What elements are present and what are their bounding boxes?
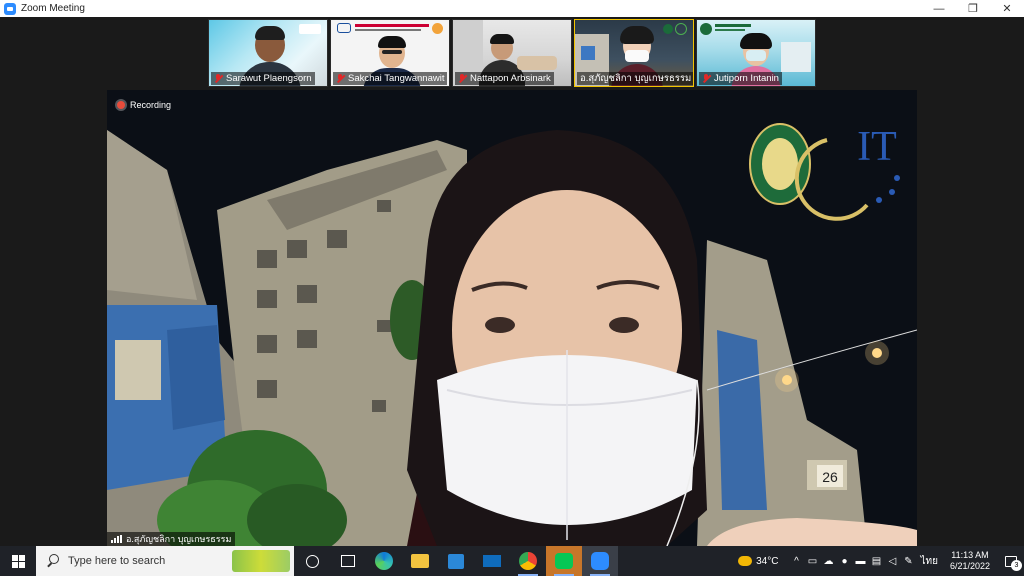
- recording-indicator[interactable]: Recording: [117, 100, 171, 110]
- participant-thumb[interactable]: Sarawut Plaengsorn: [208, 19, 328, 87]
- participant-name: Nattapon Arbsinark: [455, 72, 554, 85]
- mic-muted-icon: [336, 74, 344, 83]
- building-number: 26: [822, 469, 838, 485]
- task-view-button[interactable]: [330, 546, 366, 576]
- clock-date: 6/21/2022: [949, 561, 990, 571]
- signal-strength-icon: [111, 535, 122, 543]
- start-button[interactable]: [0, 546, 36, 576]
- chrome-icon: [519, 552, 537, 570]
- taskbar-search[interactable]: Type here to search: [36, 546, 294, 576]
- participant-name: Sarawut Plaengsorn: [211, 72, 315, 85]
- meeting-area: Sarawut Plaengsorn Sakchai Tangwannawit …: [0, 17, 1024, 546]
- edge-icon: [375, 552, 393, 570]
- input-language[interactable]: ไทย: [920, 554, 937, 569]
- speaker-name-label: อ.สุภัญชลิกา บุญเกษรธรรม: [107, 532, 236, 546]
- store-icon: [448, 553, 464, 569]
- windows-taskbar: Type here to search 34°C ^ ▭ ☁ ● ▬ ▤ ◁ ✎…: [0, 546, 1024, 576]
- participant-name: Sakchai Tangwannawit: [333, 72, 448, 85]
- windows-logo-icon: [11, 554, 25, 568]
- zoom-button[interactable]: [582, 546, 618, 576]
- line-icon: [555, 553, 573, 569]
- window-titlebar: Zoom Meeting — ❐ ✕: [0, 0, 1024, 17]
- participant-name: อ.สุภัญชลิกา บุญเกษรธรรม: [577, 72, 693, 85]
- folder-icon: [411, 554, 429, 568]
- mail-icon: [483, 555, 501, 567]
- participant-thumb[interactable]: Sakchai Tangwannawit: [330, 19, 450, 87]
- mic-muted-icon: [214, 74, 222, 83]
- volume-icon[interactable]: ◁: [884, 546, 900, 576]
- onedrive-icon[interactable]: ☁: [820, 546, 836, 576]
- zoom-icon: [591, 552, 609, 570]
- edge-button[interactable]: [366, 546, 402, 576]
- active-speaker-video[interactable]: IT 26 Recording อ.สุภัญชลิกา บุญเกษรธรรม: [107, 90, 917, 546]
- notification-center-button[interactable]: 3: [998, 546, 1024, 576]
- chrome-button[interactable]: [510, 546, 546, 576]
- microphone-icon[interactable]: ●: [836, 546, 852, 576]
- participant-thumb[interactable]: Nattapon Arbsinark: [452, 19, 572, 87]
- mic-muted-icon: [702, 74, 710, 83]
- participant-thumb[interactable]: Jutiporn Intanin: [696, 19, 816, 87]
- participant-strip: Sarawut Plaengsorn Sakchai Tangwannawit …: [208, 19, 816, 87]
- meet-now-icon[interactable]: ▭: [804, 546, 820, 576]
- pen-icon[interactable]: ✎: [900, 546, 916, 576]
- line-button[interactable]: [546, 546, 582, 576]
- battery-icon[interactable]: ▬: [852, 546, 868, 576]
- network-icon[interactable]: ▤: [868, 546, 884, 576]
- close-button[interactable]: ✕: [990, 0, 1024, 17]
- file-explorer-button[interactable]: [402, 546, 438, 576]
- minimize-button[interactable]: —: [922, 0, 956, 17]
- window-controls: — ❐ ✕: [922, 0, 1024, 17]
- video-overlay-text: IT 26: [817, 124, 897, 487]
- chevron-up-icon[interactable]: ^: [788, 546, 804, 576]
- notification-badge: 3: [1011, 560, 1022, 571]
- clock[interactable]: 11:13 AM 6/21/2022: [950, 550, 990, 572]
- restore-button[interactable]: ❐: [956, 0, 990, 17]
- system-tray: 34°C ^ ▭ ☁ ● ▬ ▤ ◁ ✎ ไทย 11:13 AM 6/21/2…: [738, 546, 1024, 576]
- participant-name: Jutiporn Intanin: [699, 72, 782, 85]
- search-icon: [46, 554, 60, 568]
- search-highlight-image: [232, 550, 290, 572]
- clock-time: 11:13 AM: [951, 550, 989, 560]
- window-title: Zoom Meeting: [21, 3, 85, 14]
- zoom-app-icon: [4, 2, 16, 15]
- task-view-icon: [341, 555, 355, 567]
- mail-button[interactable]: [474, 546, 510, 576]
- store-button[interactable]: [438, 546, 474, 576]
- mic-muted-icon: [458, 74, 466, 83]
- participant-thumb[interactable]: อ.สุภัญชลิกา บุญเกษรธรรม: [574, 19, 694, 87]
- weather-icon[interactable]: [738, 556, 753, 566]
- cortana-button[interactable]: [294, 546, 330, 576]
- weather-temp[interactable]: 34°C: [756, 556, 778, 567]
- it-logo-text: IT: [857, 124, 897, 170]
- cortana-icon: [305, 554, 319, 568]
- recording-icon: [117, 101, 125, 109]
